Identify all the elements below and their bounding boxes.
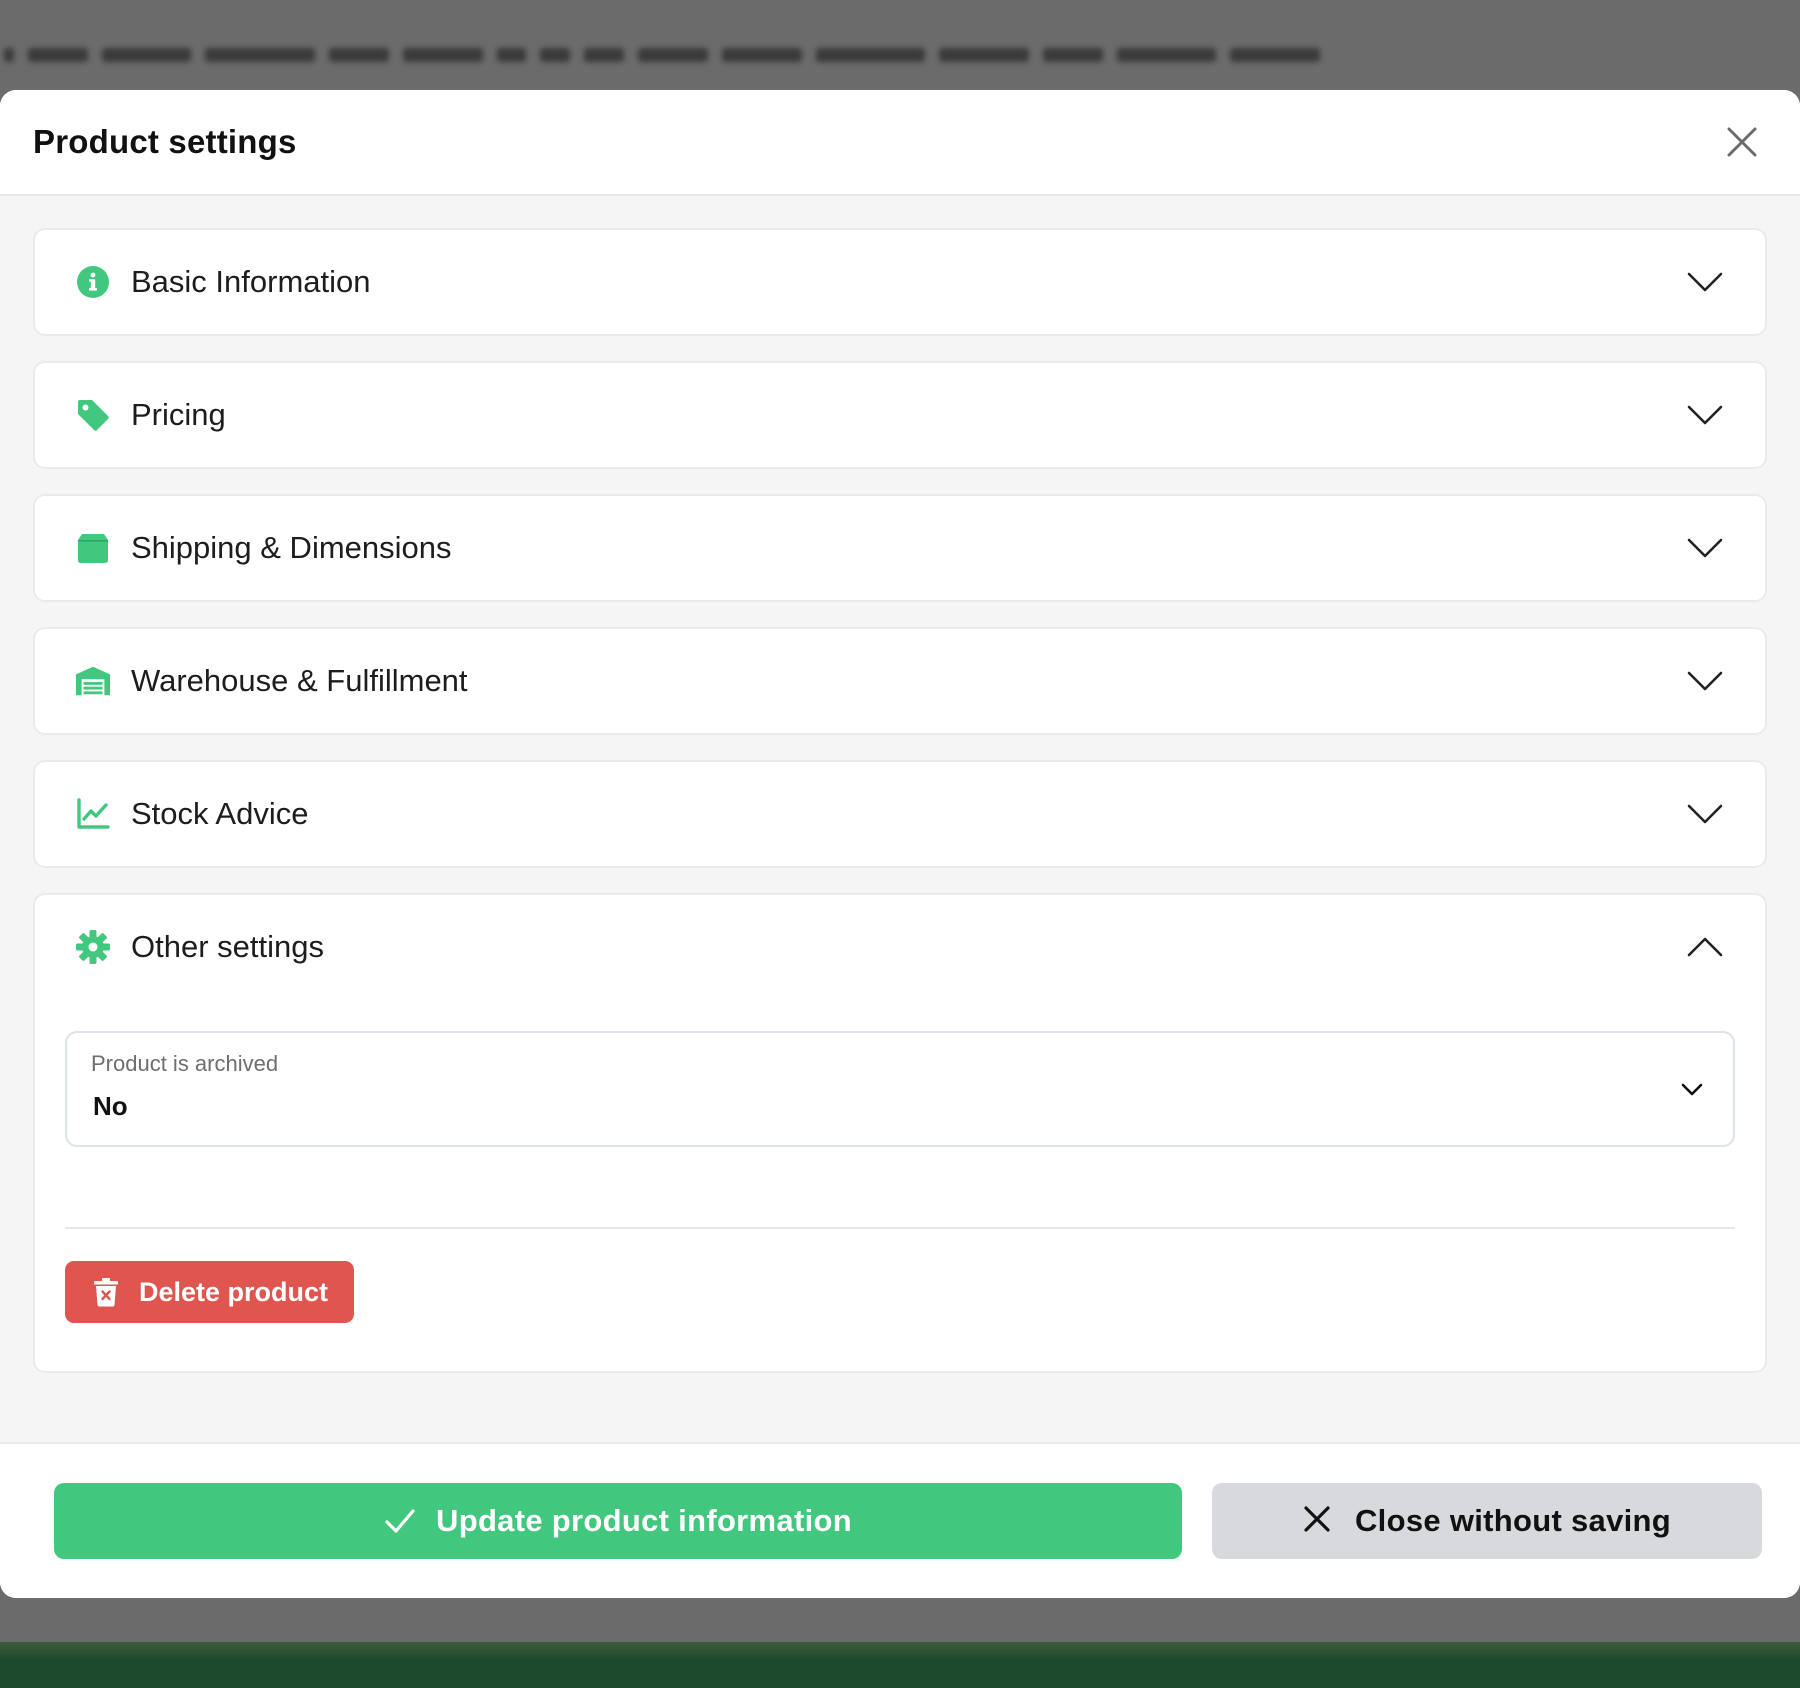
chevron-down-icon [1685,262,1725,302]
section-header-basic-information[interactable]: Basic Information [35,230,1765,334]
close-icon [1303,1505,1335,1537]
update-product-label: Update product information [436,1503,852,1538]
section-other-settings: Other settings Product is archived No De… [33,893,1767,1373]
section-title: Warehouse & Fulfillment [131,663,468,698]
chevron-down-icon [1685,395,1725,435]
delete-product-button[interactable]: Delete product [65,1261,355,1323]
chevron-down-icon [1685,794,1725,834]
product-settings-modal: Product settings Basic Information Prici… [0,90,1800,1598]
section-header-other-settings[interactable]: Other settings [35,895,1765,999]
section-title: Basic Information [131,264,371,299]
product-archived-select[interactable]: Product is archived No [65,1031,1735,1147]
update-product-button[interactable]: Update product information [54,1483,1182,1559]
section-pricing: Pricing [33,361,1767,469]
section-title: Pricing [131,397,226,432]
section-header-stock-advice[interactable]: Stock Advice [35,762,1765,866]
warehouse-icon [75,663,111,699]
close-modal-button[interactable] [1717,117,1767,167]
chevron-down-icon [1685,528,1725,568]
section-header-pricing[interactable]: Pricing [35,363,1765,467]
gear-icon [75,929,111,965]
other-settings-content: Product is archived No Delete product [35,999,1765,1371]
field-value: No [93,1091,128,1121]
field-label: Product is archived [91,1051,279,1076]
chevron-up-icon [1685,927,1725,967]
section-stock-advice: Stock Advice [33,760,1767,868]
delete-product-label: Delete product [139,1276,329,1307]
section-title: Stock Advice [131,796,309,831]
info-circle-icon [75,264,111,300]
section-shipping-dimensions: Shipping & Dimensions [33,494,1767,602]
section-title: Other settings [131,929,324,964]
background-footer-strip [0,1642,1800,1688]
close-without-saving-button[interactable]: Close without saving [1212,1483,1762,1559]
section-title: Shipping & Dimensions [131,530,452,565]
modal-title: Product settings [33,123,297,160]
close-without-saving-label: Close without saving [1354,1503,1672,1538]
trash-icon [93,1277,119,1307]
modal-footer: Update product information Close without… [0,1442,1800,1598]
chevron-down-icon [1677,1075,1707,1105]
line-chart-icon [75,796,111,832]
section-warehouse-fulfillment: Warehouse & Fulfillment [33,627,1767,735]
blurred-background-header [0,40,1321,70]
section-header-warehouse-fulfillment[interactable]: Warehouse & Fulfillment [35,629,1765,733]
box-icon [75,530,111,566]
modal-body: Basic Information Pricing Shipping & Dim… [0,196,1800,1442]
chevron-down-icon [1685,661,1725,701]
checkmark-icon [384,1505,416,1537]
divider [65,1227,1735,1229]
section-header-shipping-dimensions[interactable]: Shipping & Dimensions [35,496,1765,600]
price-tag-icon [75,397,111,433]
close-icon [1727,127,1757,157]
modal-header: Product settings [0,90,1800,196]
section-basic-information: Basic Information [33,228,1767,336]
